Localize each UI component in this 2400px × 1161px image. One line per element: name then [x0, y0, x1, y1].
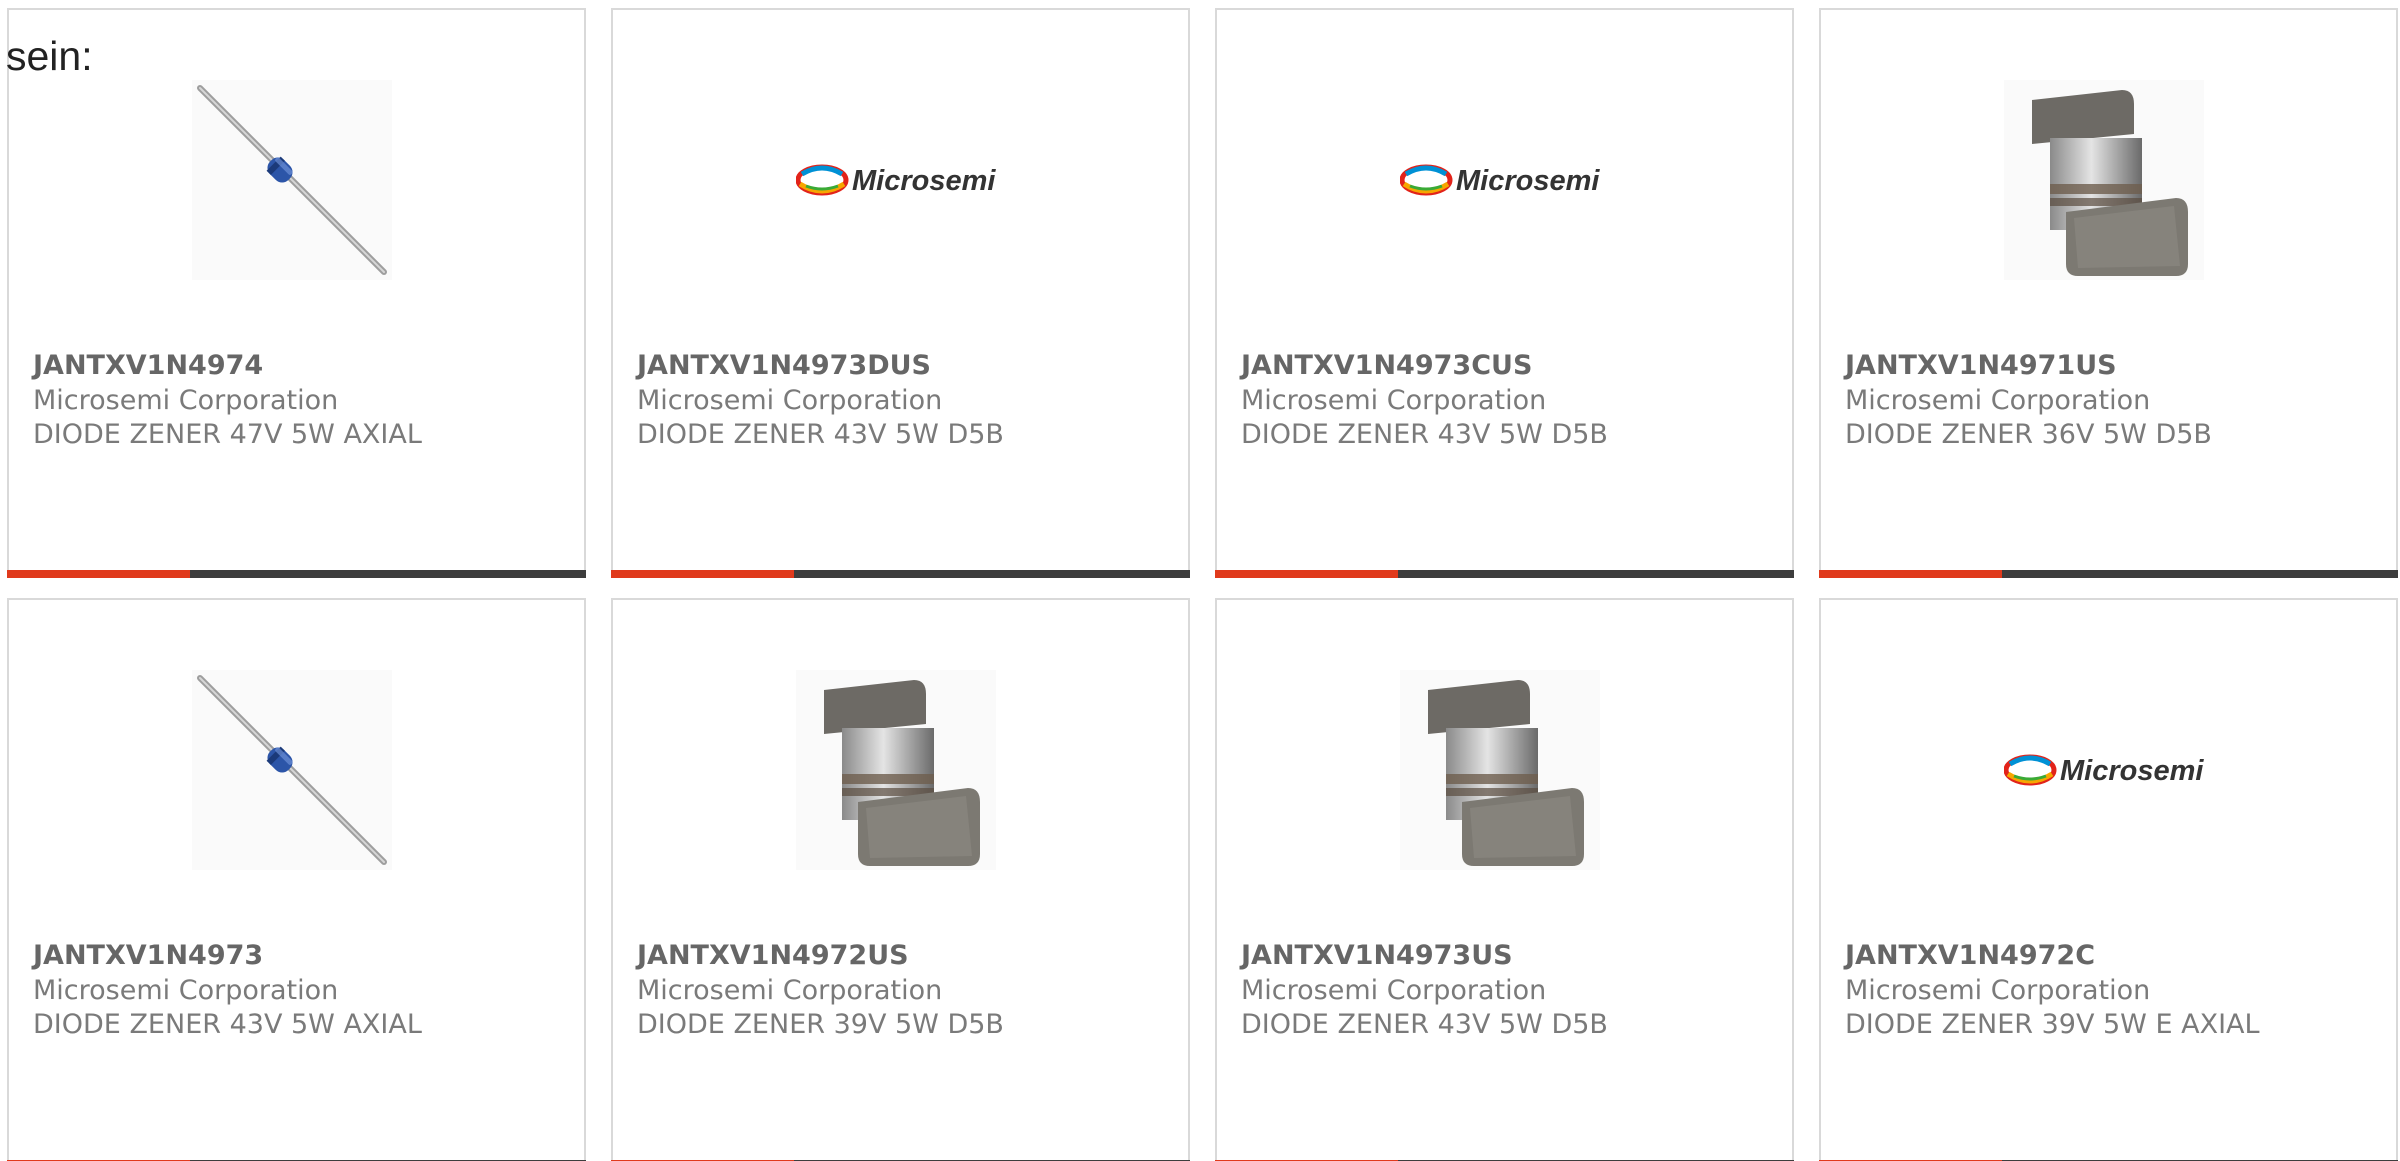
product-card[interactable]: Microsemi JANTXV1N4972C Microsemi Corpor… — [1819, 598, 2398, 1161]
card-bottom-bar — [1819, 570, 2398, 578]
description: DIODE ZENER 39V 5W E AXIAL — [1845, 1009, 2260, 1040]
description: DIODE ZENER 36V 5W D5B — [1845, 419, 2212, 450]
svg-text:Microsemi: Microsemi — [2060, 755, 2204, 787]
intro-text: sein: — [6, 33, 93, 79]
product-card[interactable]: JANTXV1N4973 Microsemi Corporation DIODE… — [7, 598, 586, 1161]
manufacturer: Microsemi Corporation — [33, 385, 339, 416]
product-card[interactable]: JANTXV1N4972US Microsemi Corporation DIO… — [611, 598, 1190, 1161]
svg-text:Microsemi: Microsemi — [1456, 165, 1600, 197]
card-bottom-bar — [611, 570, 1190, 578]
axial-diode-icon — [192, 80, 392, 280]
card-accent-bar — [7, 570, 190, 578]
axial-diode-icon — [192, 670, 392, 870]
smd-diode-icon — [1400, 670, 1600, 870]
card-accent-bar — [611, 570, 794, 578]
card-bottom-bar — [1215, 570, 1794, 578]
part-number[interactable]: JANTXV1N4973DUS — [637, 350, 931, 381]
product-card[interactable]: JANTXV1N4971US Microsemi Corporation DIO… — [1819, 8, 2398, 578]
product-card[interactable]: JANTXV1N4973US Microsemi Corporation DIO… — [1215, 598, 1794, 1161]
manufacturer: Microsemi Corporation — [637, 975, 943, 1006]
description: DIODE ZENER 43V 5W D5B — [1241, 1009, 1608, 1040]
part-number[interactable]: JANTXV1N4973CUS — [1241, 350, 1532, 381]
manufacturer: Microsemi Corporation — [1845, 975, 2151, 1006]
description: DIODE ZENER 43V 5W D5B — [637, 419, 1004, 450]
manufacturer: Microsemi Corporation — [1845, 385, 2151, 416]
part-number[interactable]: JANTXV1N4974 — [33, 350, 263, 381]
description: DIODE ZENER 43V 5W D5B — [1241, 419, 1608, 450]
product-card[interactable]: JANTXV1N4974 Microsemi Corporation DIODE… — [7, 8, 586, 578]
description: DIODE ZENER 39V 5W D5B — [637, 1009, 1004, 1040]
manufacturer: Microsemi Corporation — [637, 385, 943, 416]
product-card[interactable]: Microsemi JANTXV1N4973DUS Microsemi Corp… — [611, 8, 1190, 578]
product-card[interactable]: Microsemi JANTXV1N4973CUS Microsemi Corp… — [1215, 8, 1794, 578]
part-number[interactable]: JANTXV1N4971US — [1845, 350, 2117, 381]
svg-text:Microsemi: Microsemi — [852, 165, 996, 197]
smd-diode-icon — [796, 670, 996, 870]
card-bottom-bar — [7, 570, 586, 578]
description: DIODE ZENER 43V 5W AXIAL — [33, 1009, 422, 1040]
manufacturer: Microsemi Corporation — [1241, 975, 1547, 1006]
product-grid-page: sein: JANTXV1N4974 Microsemi Corporation… — [0, 0, 2400, 1161]
card-accent-bar — [1215, 570, 1398, 578]
part-number[interactable]: JANTXV1N4973 — [33, 940, 263, 971]
microsemi-logo: Microsemi — [796, 80, 996, 280]
microsemi-logo: Microsemi — [2004, 670, 2204, 870]
part-number[interactable]: JANTXV1N4972C — [1845, 940, 2095, 971]
smd-diode-icon — [2004, 80, 2204, 280]
microsemi-logo: Microsemi — [1400, 80, 1600, 280]
card-accent-bar — [1819, 570, 2002, 578]
part-number[interactable]: JANTXV1N4973US — [1241, 940, 1513, 971]
manufacturer: Microsemi Corporation — [33, 975, 339, 1006]
manufacturer: Microsemi Corporation — [1241, 385, 1547, 416]
description: DIODE ZENER 47V 5W AXIAL — [33, 419, 422, 450]
part-number[interactable]: JANTXV1N4972US — [637, 940, 909, 971]
